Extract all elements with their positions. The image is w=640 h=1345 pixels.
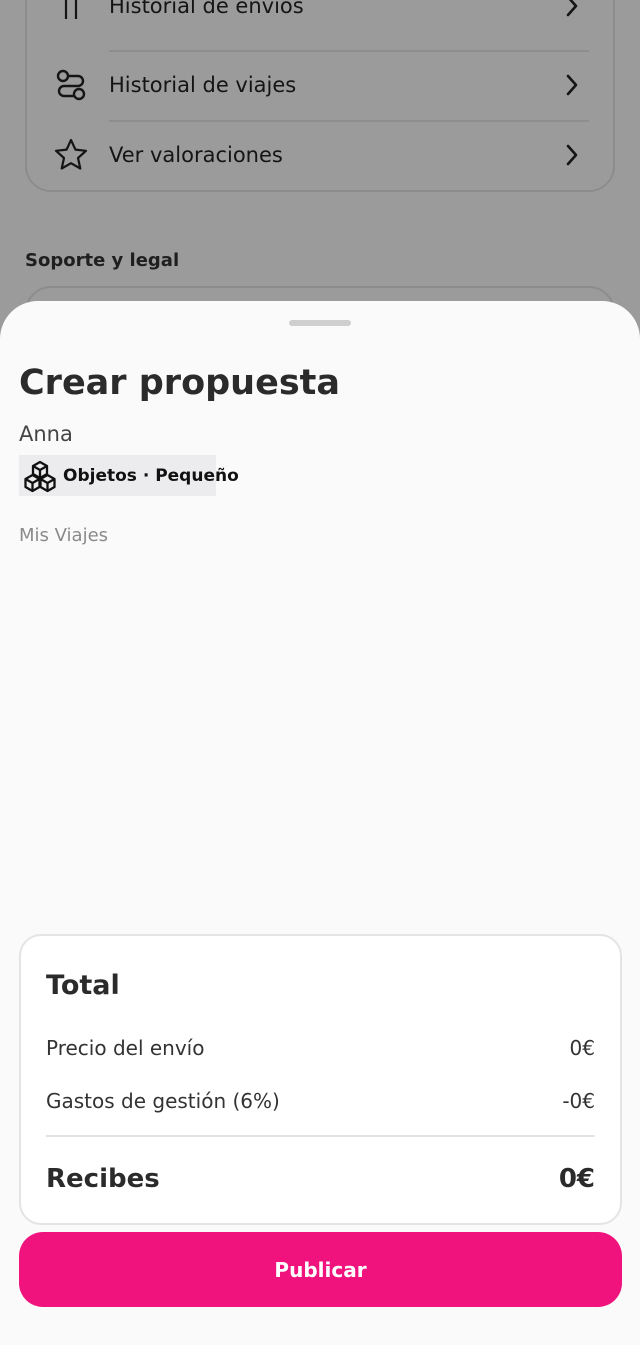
create-proposal-sheet: Crear propuesta Anna Objetos · Pequeño M…: [0, 301, 640, 1345]
my-trips-label: Mis Viajes: [19, 525, 109, 546]
cubes-icon: [23, 458, 57, 494]
management-fee-value: -0€: [562, 1089, 595, 1113]
user-name: Anna: [19, 422, 73, 446]
publish-button[interactable]: Publicar: [19, 1232, 622, 1307]
shipping-price-label: Precio del envío: [46, 1036, 205, 1060]
shipping-price-value: 0€: [569, 1036, 595, 1060]
receive-label: Recibes: [46, 1164, 160, 1194]
sheet-drag-handle[interactable]: [289, 320, 351, 326]
total-title: Total: [46, 970, 120, 1001]
divider: [46, 1135, 595, 1137]
total-summary-card: Total Precio del envío 0€ Gastos de gest…: [19, 934, 622, 1225]
category-tag: Objetos · Pequeño: [19, 455, 239, 496]
sheet-title: Crear propuesta: [19, 363, 340, 403]
management-fee-label: Gastos de gestión (6%): [46, 1089, 280, 1113]
receive-value: 0€: [558, 1164, 595, 1194]
category-tag-label: Objetos · Pequeño: [63, 465, 239, 486]
